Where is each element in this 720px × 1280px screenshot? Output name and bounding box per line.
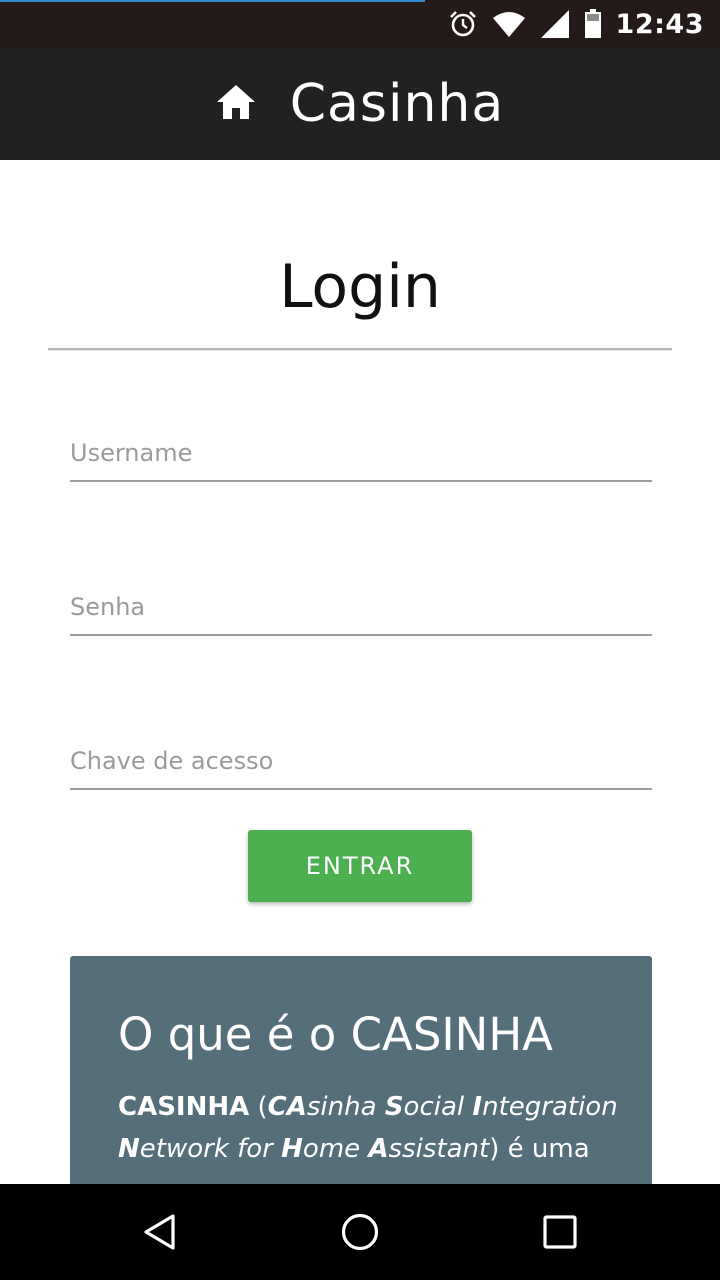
text-fragment: sinha [306,1092,385,1122]
status-icons: 12:43 [448,0,704,48]
alarm-icon [448,9,478,39]
signal-icon [540,9,570,39]
info-card-title: O que é o CASINHA [118,1008,553,1061]
wifi-icon [492,10,526,38]
username-input[interactable] [70,422,652,480]
navigation-bar [0,1184,720,1280]
app-bar: Casinha [0,48,720,160]
login-page: Login ENTRAR O que é o CASINHA CASINHA (… [0,160,720,1184]
text-fragment: etwork for [139,1134,282,1164]
username-field [70,422,652,482]
acronym-letter: N [118,1134,140,1164]
text-fragment: ome [302,1134,369,1164]
access-key-input[interactable] [70,730,652,788]
acronym-letter: A [368,1134,389,1164]
recents-icon[interactable] [536,1208,584,1256]
text-fragment: ( [249,1092,268,1122]
home-circle-icon[interactable] [336,1208,384,1256]
acronym-letter: CA [267,1092,307,1122]
password-input[interactable] [70,576,652,634]
loading-indicator [0,0,425,2]
text-fragment: ntegration [482,1092,618,1122]
acronym-letter: H [281,1134,303,1164]
access-key-field [70,730,652,790]
password-field [70,576,652,636]
acronym-letter: I [472,1092,483,1122]
brand-name: CASINHA [118,1092,250,1122]
text-fragment: ocial [403,1092,473,1122]
status-time: 12:43 [615,8,704,40]
info-card-text: CASINHA (CAsinha Social Integration Netw… [118,1086,618,1170]
title-divider [48,348,672,351]
app-title: Casinha [289,74,505,134]
battery-icon [584,9,602,39]
text-fragment: ) é uma [489,1134,590,1164]
back-icon[interactable] [136,1208,184,1256]
login-title: Login [279,252,441,322]
home-icon[interactable] [216,84,256,124]
status-bar: 12:43 [0,0,720,48]
acronym-letter: S [384,1092,404,1122]
enter-button[interactable]: ENTRAR [248,830,472,902]
text-fragment: ssistant [388,1134,490,1164]
info-card: O que é o CASINHA CASINHA (CAsinha Socia… [70,956,652,1184]
